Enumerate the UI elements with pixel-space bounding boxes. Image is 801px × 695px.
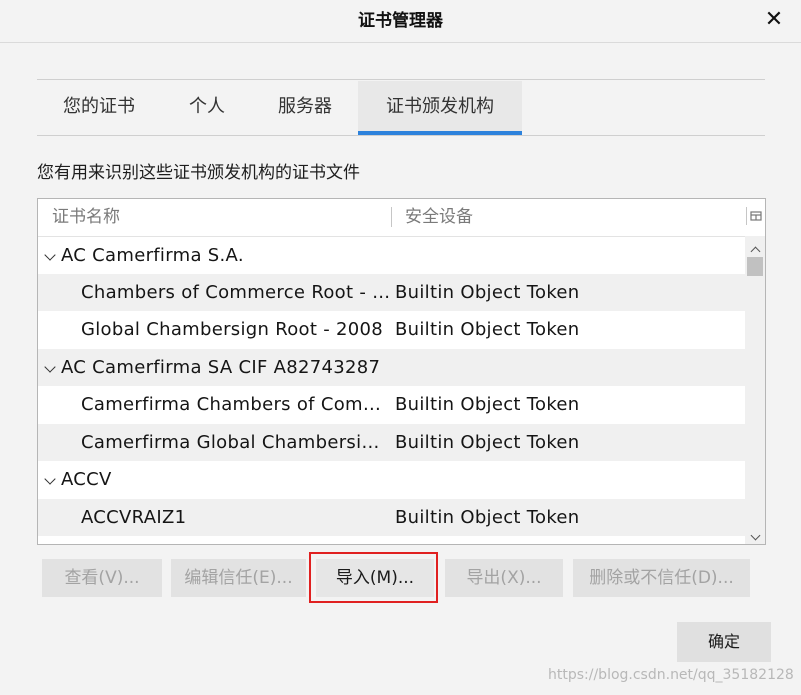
tree-cert-row[interactable]: Chambers of Commerce Root - … Builtin Ob…: [38, 274, 745, 311]
group-name: AC Camerfirma SA CIF A82743287: [61, 357, 381, 378]
cert-name: Global Chambersign Root - 2008: [81, 319, 384, 340]
list-description: 您有用来识别这些证书颁发机构的证书文件: [37, 163, 360, 183]
tree-group-row[interactable]: AC Camerfirma S.A.: [38, 237, 745, 274]
vertical-scrollbar[interactable]: [745, 236, 765, 544]
close-icon[interactable]: ✕: [760, 6, 788, 34]
column-header-cert-name[interactable]: 证书名称: [52, 199, 120, 236]
column-picker-icon[interactable]: [746, 207, 763, 225]
dialog-title: 证书管理器: [358, 11, 443, 31]
cert-device: Builtin Object Token: [395, 319, 580, 340]
chevron-down-icon[interactable]: [44, 361, 56, 373]
delete-or-distrust-button[interactable]: 删除或不信任(D)...: [573, 559, 750, 597]
watermark: https://blog.csdn.net/qq_35182128: [548, 667, 794, 683]
tree-group-row[interactable]: AC Camerfirma SA CIF A82743287: [38, 349, 745, 386]
chevron-down-icon[interactable]: [44, 249, 56, 261]
cert-device: Builtin Object Token: [395, 282, 580, 303]
tab-your-certs[interactable]: 您的证书: [37, 81, 161, 135]
group-name: AC Camerfirma S.A.: [61, 245, 244, 266]
export-button[interactable]: 导出(X)...: [445, 559, 563, 597]
tab-authorities[interactable]: 证书颁发机构: [358, 81, 522, 135]
cert-name: Camerfirma Chambers of Com…: [81, 394, 382, 415]
group-name: ACCV: [61, 469, 112, 490]
tree-cert-row[interactable]: Camerfirma Global Chambersig… Builtin Ob…: [38, 424, 745, 461]
tree-group-row[interactable]: ACCV: [38, 461, 745, 498]
scroll-up-icon[interactable]: [745, 240, 765, 257]
cert-name: ACCVRAIZ1: [81, 507, 187, 528]
cert-name: Camerfirma Global Chambersig…: [81, 432, 391, 453]
view-button[interactable]: 查看(V)...: [42, 559, 162, 597]
column-header-security-device[interactable]: 安全设备: [405, 199, 473, 236]
scroll-thumb[interactable]: [747, 257, 763, 276]
tabs-bottom-border: [37, 135, 765, 136]
title-divider: [0, 42, 801, 43]
tree-header: 证书名称 安全设备: [38, 199, 765, 237]
import-highlight-box: [309, 552, 438, 603]
chevron-down-icon[interactable]: [44, 473, 56, 485]
scroll-down-icon[interactable]: [745, 524, 765, 541]
tab-personal[interactable]: 个人: [161, 81, 253, 135]
cert-name: Chambers of Commerce Root - …: [81, 282, 391, 303]
cert-device: Builtin Object Token: [395, 394, 580, 415]
column-separator[interactable]: [391, 207, 392, 227]
cert-device: Builtin Object Token: [395, 432, 580, 453]
ok-button[interactable]: 确定: [677, 622, 771, 662]
cert-device: Builtin Object Token: [395, 507, 580, 528]
tree-cert-row[interactable]: Camerfirma Chambers of Com… Builtin Obje…: [38, 386, 745, 423]
tree-cert-row[interactable]: ACCVRAIZ1 Builtin Object Token: [38, 499, 745, 536]
edit-trust-button[interactable]: 编辑信任(E)...: [171, 559, 306, 597]
tabs-top-border: [37, 79, 765, 80]
tab-servers[interactable]: 服务器: [253, 81, 357, 135]
certificate-tree[interactable]: 证书名称 安全设备 AC Camerfirma S.A. Chambers of…: [37, 198, 766, 545]
tree-cert-row[interactable]: Global Chambersign Root - 2008 Builtin O…: [38, 311, 745, 348]
